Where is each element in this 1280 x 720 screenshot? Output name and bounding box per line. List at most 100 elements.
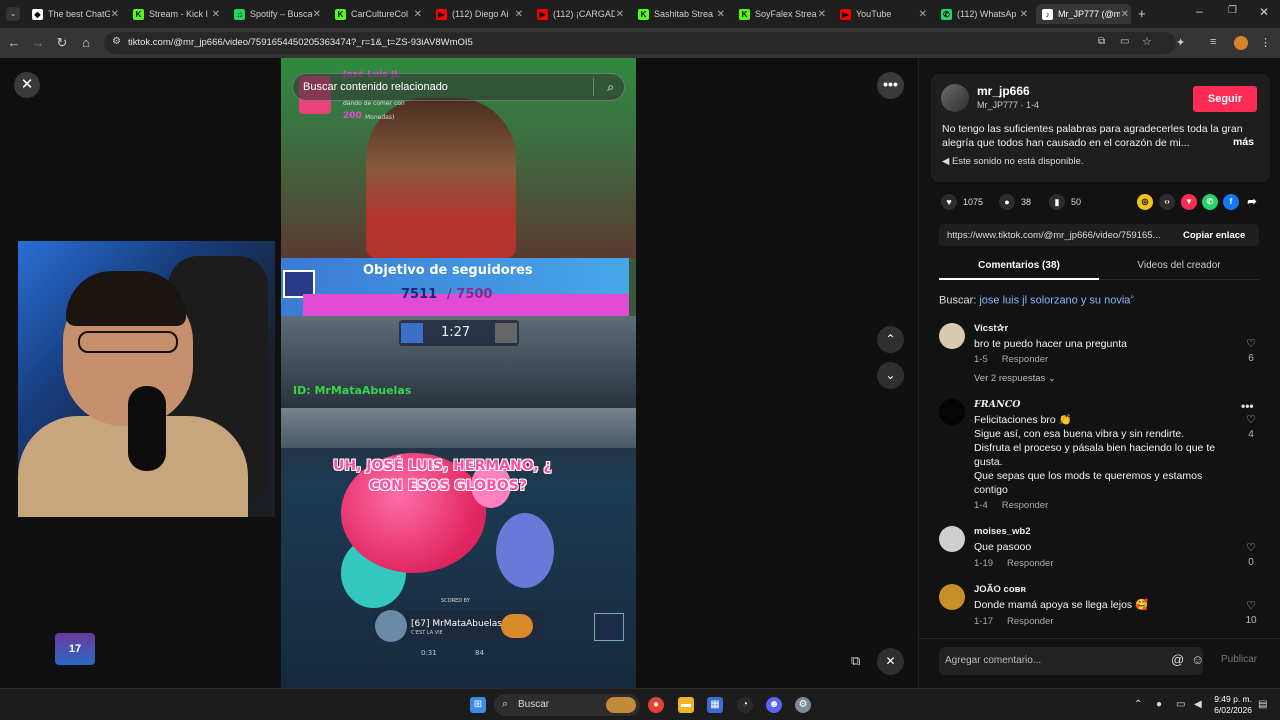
commenter-name[interactable]: FRANCO [974, 399, 1021, 410]
search-query[interactable]: jose luis jl solorzano y su novia [979, 295, 1130, 307]
author-name[interactable]: mr_jp666 [977, 84, 1030, 98]
comment-input[interactable]: Agregar comentario... @ ☺ [939, 647, 1204, 675]
app-icon[interactable]: ◔ [737, 697, 753, 713]
commenter-avatar[interactable] [939, 323, 965, 349]
tab-close-icon[interactable]: ✕ [313, 9, 321, 20]
more-options-button[interactable]: ••• [877, 72, 904, 99]
discord-icon[interactable]: ☻ [766, 697, 782, 713]
tab-close-icon[interactable]: ✕ [1020, 9, 1028, 20]
send-icon[interactable]: ▼ [1181, 194, 1197, 210]
close-video-button[interactable]: ✕ [14, 72, 40, 98]
reply-button[interactable]: Responder [1007, 616, 1053, 627]
media-icon[interactable]: ≡ [1210, 36, 1216, 48]
related-search-bar[interactable]: Buscar contenido relacionado ⌕ [292, 73, 625, 101]
browser-tab[interactable]: ▶ (112) ¡CARGAD ✕ [531, 4, 626, 24]
browser-tab[interactable]: K CarCultureCol ✕ [329, 4, 424, 24]
tab-close-icon[interactable]: ✕ [515, 9, 523, 20]
tab-search-icon[interactable]: ⌄ [6, 7, 20, 21]
tab-close-icon[interactable]: ✕ [818, 9, 826, 20]
like-action[interactable]: ♥ 1075 [941, 194, 983, 210]
commenter-name[interactable]: JOÃO ᴄᴏʙʀ [974, 584, 1026, 595]
menu-icon[interactable]: ⋮ [1260, 36, 1271, 49]
close-window-icon[interactable]: ✕ [1259, 5, 1269, 19]
profile-avatar[interactable] [1234, 36, 1248, 50]
author-avatar[interactable] [941, 84, 969, 112]
video-player[interactable]: José Luis JL dando de comer con 200 Mone… [281, 58, 636, 688]
tab-close-icon[interactable]: ✕ [919, 9, 927, 20]
browser-tab[interactable]: ▶ YouTube ✕ [834, 4, 929, 24]
video-link[interactable]: https://www.tiktok.com/@mr_jp666/video/7… [947, 230, 1177, 241]
save-action[interactable]: ▮ 50 [1049, 194, 1081, 210]
view-replies[interactable]: Ver 2 respuestas ⌄ [974, 373, 1056, 384]
follow-button[interactable]: Seguir [1193, 86, 1257, 112]
search-suggestion[interactable]: Buscar: jose luis jl solorzano y su novi… [939, 294, 1134, 307]
comment-like-icon[interactable]: ♡ [1243, 337, 1259, 350]
browser-tab[interactable]: ♫ Spotify – Busca ✕ [228, 4, 323, 24]
forward-icon[interactable]: → [30, 35, 46, 50]
copy-link-button[interactable]: Copiar enlace [1183, 230, 1245, 241]
pip-icon[interactable]: ⧉ [851, 653, 860, 669]
commenter-avatar[interactable] [939, 526, 965, 552]
browser-tab[interactable]: K Stream - Kick I ✕ [127, 4, 222, 24]
back-icon[interactable]: ← [6, 35, 22, 50]
tab-close-icon[interactable]: ✕ [1121, 9, 1129, 20]
new-tab-icon[interactable]: + [1138, 6, 1146, 21]
extensions-icon[interactable]: ✦ [1176, 36, 1185, 49]
search-icon[interactable]: ⌕ [607, 80, 614, 95]
browser-tab[interactable]: ♪ Mr_JP777 (@m ✕ [1036, 4, 1131, 24]
more-link[interactable]: más [1233, 136, 1254, 148]
tab-close-icon[interactable]: ✕ [414, 9, 422, 20]
coin-share-icon[interactable]: ◎ [1137, 194, 1153, 210]
reply-button[interactable]: Responder [1002, 500, 1048, 511]
mic-icon[interactable]: ● [1156, 699, 1162, 710]
translate-icon[interactable]: ⧉ [1098, 36, 1105, 47]
store-icon[interactable]: ▦ [707, 697, 723, 713]
network-icon[interactable]: ▭ [1176, 699, 1185, 710]
browser-tab[interactable]: ◆ The best ChatG ✕ [26, 4, 121, 24]
embed-icon[interactable]: ‹› [1159, 194, 1175, 210]
previous-video-button[interactable]: ⌃ [877, 326, 904, 353]
facebook-icon[interactable]: f [1223, 194, 1239, 210]
minimize-icon[interactable]: – [1196, 4, 1203, 18]
browser-tab[interactable]: ✆ (112) WhatsAp ✕ [935, 4, 1030, 24]
browser-tab[interactable]: K Sashitab Strea ✕ [632, 4, 727, 24]
tab-close-icon[interactable]: ✕ [616, 9, 624, 20]
comment-action[interactable]: ● 38 [999, 194, 1031, 210]
post-button[interactable]: Publicar [1221, 654, 1257, 665]
tab-comments[interactable]: Comentarios (38) [939, 260, 1099, 271]
browser-tab[interactable]: ▶ (112) Diego Ai ✕ [430, 4, 525, 24]
address-bar[interactable]: ⚙ tiktok.com/@mr_jp666/video/75916544502… [104, 32, 1176, 54]
tray-chevron-icon[interactable]: ⌃ [1134, 699, 1142, 710]
tab-close-icon[interactable]: ✕ [212, 9, 220, 20]
commenter-avatar[interactable] [939, 584, 965, 610]
tab-close-icon[interactable]: ✕ [111, 9, 119, 20]
comment-like-icon[interactable]: ♡ [1243, 599, 1259, 612]
reply-button[interactable]: Responder [1002, 354, 1048, 365]
comment-like-icon[interactable]: ♡ [1243, 541, 1259, 554]
share-arrow-icon[interactable]: ➦ [1244, 194, 1260, 210]
reply-button[interactable]: Responder [1007, 558, 1053, 569]
emoji-icon[interactable]: ☺ [1191, 652, 1204, 667]
cast-icon[interactable]: ▭ [1120, 36, 1129, 47]
commenter-avatar[interactable] [939, 399, 965, 425]
settings-icon[interactable]: ⚙ [795, 697, 811, 713]
bookmark-star-icon[interactable]: ☆ [1142, 35, 1152, 48]
volume-icon[interactable]: ◀ [1194, 699, 1202, 710]
chrome-icon[interactable]: ● [648, 697, 664, 713]
mute-button[interactable]: ✕ [877, 648, 904, 675]
next-video-button[interactable]: ⌄ [877, 362, 904, 389]
commenter-name[interactable]: Vicst✰r [974, 323, 1008, 334]
notification-icon[interactable]: ▤ [1258, 699, 1267, 710]
browser-tab[interactable]: K SoyFalex Strea ✕ [733, 4, 828, 24]
comment-more-icon[interactable]: ••• [1241, 399, 1254, 413]
tab-close-icon[interactable]: ✕ [717, 9, 725, 20]
whatsapp-icon[interactable]: ✆ [1202, 194, 1218, 210]
comment-like-icon[interactable]: ♡ [1243, 413, 1259, 426]
taskbar-search[interactable]: ⌕ Buscar [494, 694, 640, 716]
clock[interactable]: 9:49 p. m. 6/02/2026 [1210, 694, 1252, 716]
commenter-name[interactable]: moises_wb2 [974, 526, 1031, 537]
file-explorer-icon[interactable]: ▬ [678, 697, 694, 713]
reload-icon[interactable]: ↻ [54, 35, 70, 51]
site-info-icon[interactable]: ⚙ [112, 36, 121, 47]
start-icon[interactable]: ⊞ [470, 697, 486, 713]
